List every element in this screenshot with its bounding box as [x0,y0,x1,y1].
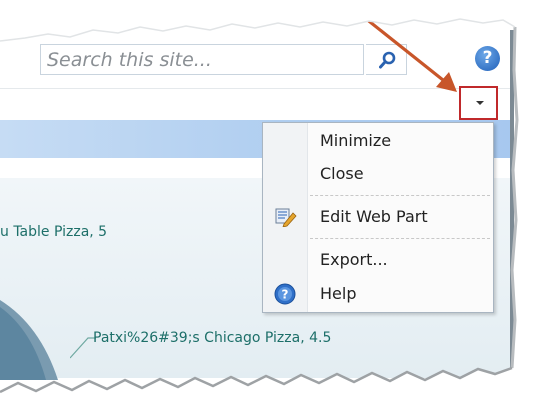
menu-item-label: Export... [320,250,388,269]
pie-slice [0,300,58,380]
menu-item-minimize[interactable]: Minimize [263,126,493,156]
menu-item-label: Help [320,284,357,303]
search-input[interactable] [47,47,347,72]
menu-item-label: Edit Web Part [320,207,428,226]
page-right-edge [510,30,514,380]
menu-item-label: Close [320,164,364,183]
help-button[interactable]: ? [475,46,500,71]
edit-web-part-icon [275,208,297,227]
menu-item-close[interactable]: Close [263,159,493,189]
help-icon: ? [274,283,296,305]
help-icon: ? [482,48,493,68]
chart-data-label: Patxi%26#39;s Chicago Pizza, 4.5 [93,330,332,346]
menu-separator [310,195,490,196]
svg-text:?: ? [282,288,289,302]
web-part-menu: Minimize Close Edit Web Part Export... ?… [262,122,494,313]
dropdown-arrow-icon [476,101,484,105]
menu-item-export[interactable]: Export... [263,245,493,275]
menu-separator [310,238,490,239]
annotation-arrow [358,12,457,92]
menu-item-label: Minimize [320,131,392,150]
menu-item-help[interactable]: ? Help [263,279,493,309]
search-box [40,44,364,75]
screenshot-panel: u Table Pizza, 5 Patxi%26#39;s Chicago P… [0,0,539,413]
menu-item-edit-web-part[interactable]: Edit Web Part [263,202,493,232]
chart-data-label: u Table Pizza, 5 [0,224,108,240]
